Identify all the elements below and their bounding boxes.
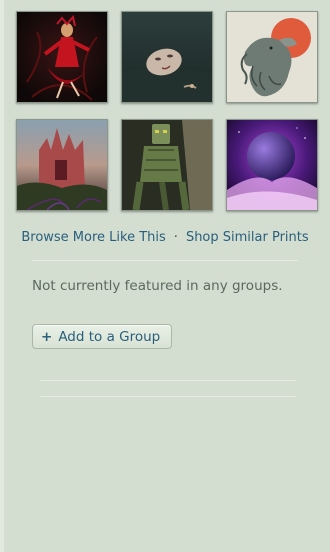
browse-more-link[interactable]: Browse More Like This: [21, 230, 165, 245]
red-cathedral-image: [17, 120, 107, 210]
plus-icon: +: [41, 329, 53, 345]
link-separator: ·: [173, 230, 178, 245]
thumb-red-dancer[interactable]: [16, 11, 108, 103]
red-dancer-image: [17, 12, 107, 102]
divider: [32, 260, 298, 261]
related-links: Browse More Like This · Shop Similar Print…: [0, 230, 330, 245]
shop-similar-link[interactable]: Shop Similar Prints: [186, 230, 309, 245]
divider: [40, 380, 296, 381]
thumb-robot-throne[interactable]: [121, 119, 213, 211]
add-to-group-label: Add to a Group: [58, 329, 161, 345]
divider: [40, 396, 296, 397]
drowned-face-image: [122, 12, 212, 102]
robot-throne-image: [122, 120, 212, 210]
left-edge: [0, 0, 4, 552]
thumb-drowned-face[interactable]: [121, 11, 213, 103]
thumb-purple-planet[interactable]: [226, 119, 318, 211]
groups-status-text: Not currently featured in any groups.: [32, 278, 283, 294]
purple-planet-image: [227, 120, 317, 210]
add-to-group-button[interactable]: + Add to a Group: [32, 324, 172, 349]
thumb-elephant-moon[interactable]: [226, 11, 318, 103]
thumb-red-cathedral[interactable]: [16, 119, 108, 211]
elephant-moon-image: [227, 12, 317, 102]
